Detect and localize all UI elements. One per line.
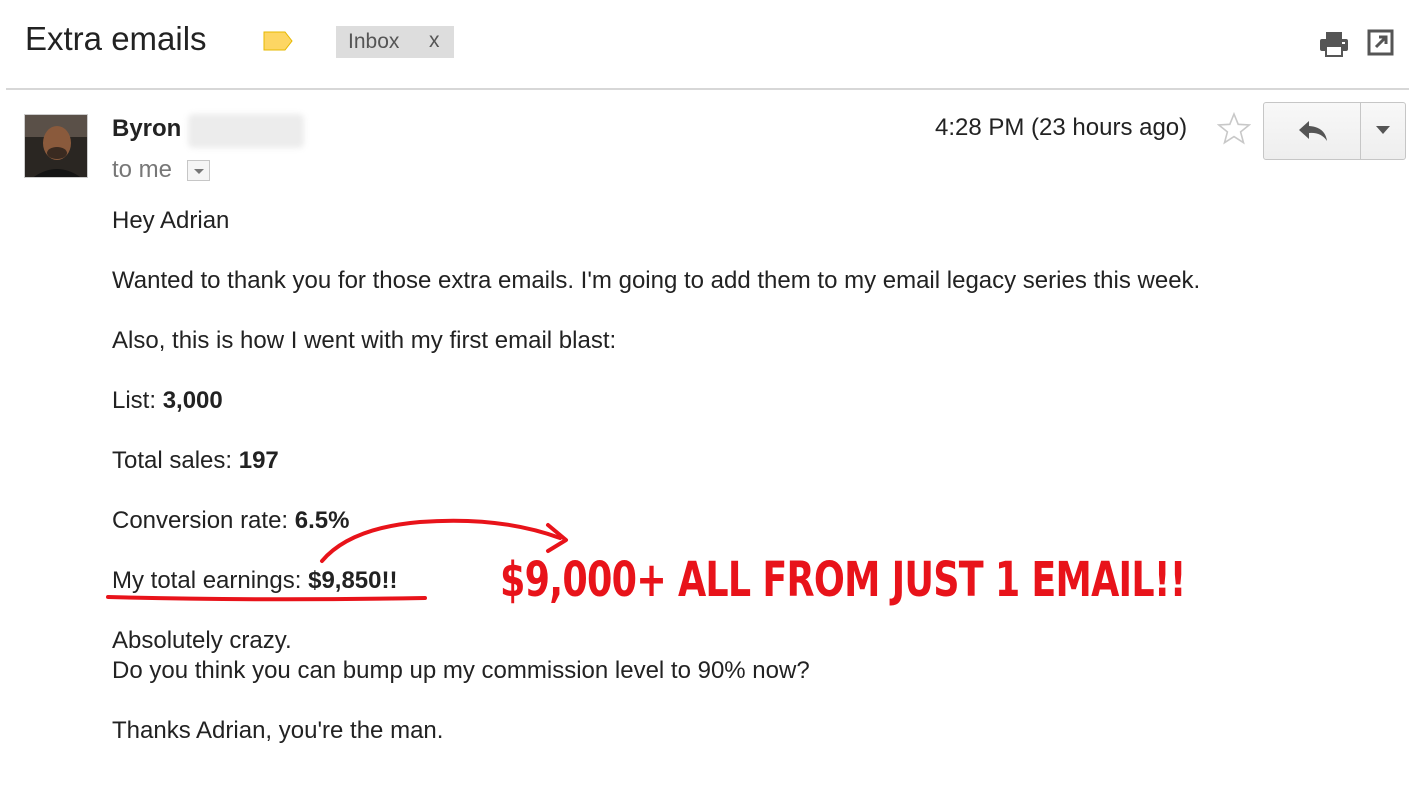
sender-name[interactable]: Byron — [112, 115, 181, 143]
body-paragraph: Absolutely crazy. — [112, 627, 292, 654]
remove-label-button[interactable]: x — [429, 29, 440, 53]
sender-avatar[interactable] — [24, 114, 88, 178]
reply-icon — [1299, 121, 1327, 141]
stat-label: List: — [112, 387, 157, 414]
stat-label: Total sales: — [112, 447, 233, 474]
header-divider — [6, 88, 1409, 90]
sender-surname-redacted — [188, 114, 304, 148]
stat-value: 197 — [238, 447, 279, 474]
stat-total-earnings: My total earnings: $9,850!! — [112, 567, 397, 595]
stat-value: 6.5% — [294, 507, 350, 534]
popout-icon[interactable] — [1367, 29, 1394, 56]
stat-label: My total earnings: — [112, 567, 302, 594]
inbox-label-chip: Inbox x — [336, 26, 454, 58]
print-icon[interactable] — [1318, 31, 1350, 57]
star-icon[interactable] — [1217, 112, 1251, 146]
more-reply-options-button[interactable] — [1362, 103, 1406, 159]
thread-subject: Extra emails — [25, 20, 207, 57]
reply-button-group — [1263, 102, 1406, 160]
body-paragraph: Wanted to thank you for those extra emai… — [112, 267, 1201, 294]
stat-value: $9,850!! — [308, 567, 398, 594]
recipient-details-dropdown[interactable] — [187, 160, 210, 181]
body-paragraph: Do you think you can bump up my commissi… — [112, 657, 810, 684]
stat-list-size: List: 3,000 — [112, 387, 223, 415]
stat-conversion-rate: Conversion rate: 6.5% — [112, 507, 349, 535]
message-timestamp: 4:28 PM (23 hours ago) — [935, 114, 1188, 141]
annotation-callout: $9,000+ ALL FROM JUST 1 EMAIL!! — [500, 552, 1186, 608]
body-greeting: Hey Adrian — [112, 207, 230, 234]
reply-button[interactable] — [1264, 103, 1361, 159]
body-paragraph: Also, this is how I went with my first e… — [112, 327, 617, 354]
annotation-underline — [106, 595, 427, 602]
annotation-arrowhead — [546, 523, 568, 553]
thread-header: Extra emails Inbox x — [0, 0, 1415, 88]
body-closing: Thanks Adrian, you're the man. — [112, 717, 444, 744]
stat-total-sales: Total sales: 197 — [112, 447, 279, 475]
label-tag-icon[interactable] — [263, 31, 293, 51]
stat-label: Conversion rate: — [112, 507, 289, 534]
inbox-label-text: Inbox — [348, 30, 400, 53]
recipient-label: to me — [112, 156, 173, 183]
stat-value: 3,000 — [162, 387, 223, 414]
